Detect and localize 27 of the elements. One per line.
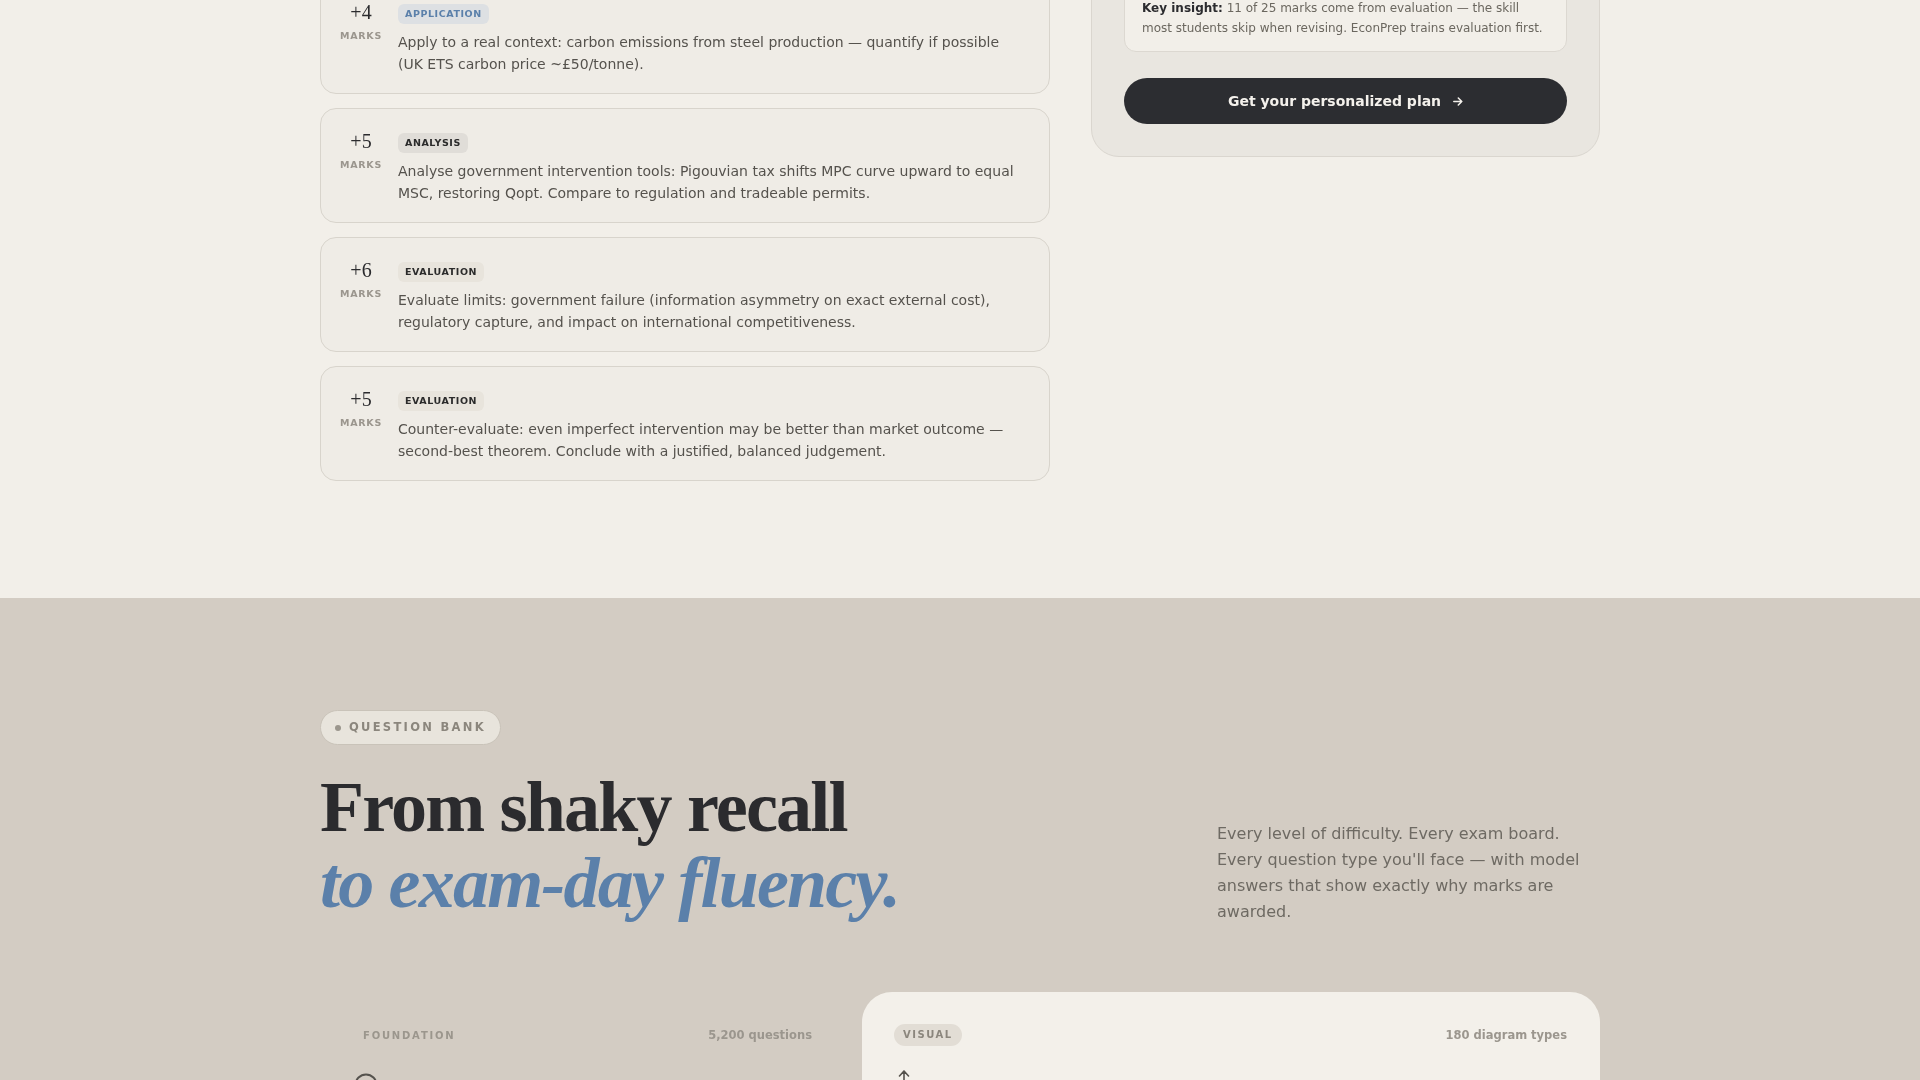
marks-label: MARKS — [339, 417, 383, 429]
category-tag: EVALUATION — [398, 391, 485, 411]
marks-label: MARKS — [339, 159, 383, 171]
arrow-right-icon — [1453, 96, 1464, 106]
section-label: QUESTION BANK — [349, 718, 486, 736]
insight-note: Key insight: 11 of 25 marks come from evaluation — the skill most students skip when revising. EconPrep trains evaluation first. — [1124, 0, 1567, 52]
marks-label: MARKS — [339, 30, 383, 42]
section-description: Every level of difficulty. Every exam board. Every question type you'll face — with model answers that show exactly why marks are awarded. — [1217, 823, 1581, 924]
marks-value: +5 — [350, 387, 372, 411]
criterion-text: Apply to a real context: carbon emissions from steel production — quantify if possible (UK ETS carbon price ~£50/tonne). — [398, 33, 1001, 74]
category-tag: VISUAL — [894, 1024, 962, 1047]
category-count: 5,200 questions — [708, 1026, 812, 1044]
category-tag: EVALUATION — [398, 262, 485, 282]
marks-value: +6 — [350, 258, 372, 282]
criterion-text: Evaluate limits: government failure (information asymmetry on exact external cost), regulatory capture, and impact on international competitiveness. — [398, 291, 991, 332]
section-headline: From shaky recall to exam-day fluency. — [320, 770, 900, 922]
marks-value: +4 — [350, 0, 372, 24]
criterion-text: Counter-evaluate: even imperfect intervention may be better than market outcome — second-best theorem. Conclude with a justified, balanced judgement. — [398, 420, 1005, 461]
dot-icon — [335, 724, 341, 731]
marks-value: +5 — [350, 129, 372, 153]
category-tag: APPLICATION — [398, 4, 489, 24]
category-tag: ANALYSIS — [398, 133, 468, 153]
category-count: 180 diagram types — [1445, 1026, 1567, 1044]
marks-label: MARKS — [339, 288, 383, 300]
category-label: FOUNDATION — [363, 1028, 456, 1043]
personalized-plan-button[interactable]: Get your personalized plan — [1124, 78, 1567, 124]
criterion-text: Analyse government intervention tools: Pigouvian tax shifts MPC curve upward to equal MSC, restoring Qopt. Compare to regulation and tradeable permits. — [398, 162, 1015, 203]
